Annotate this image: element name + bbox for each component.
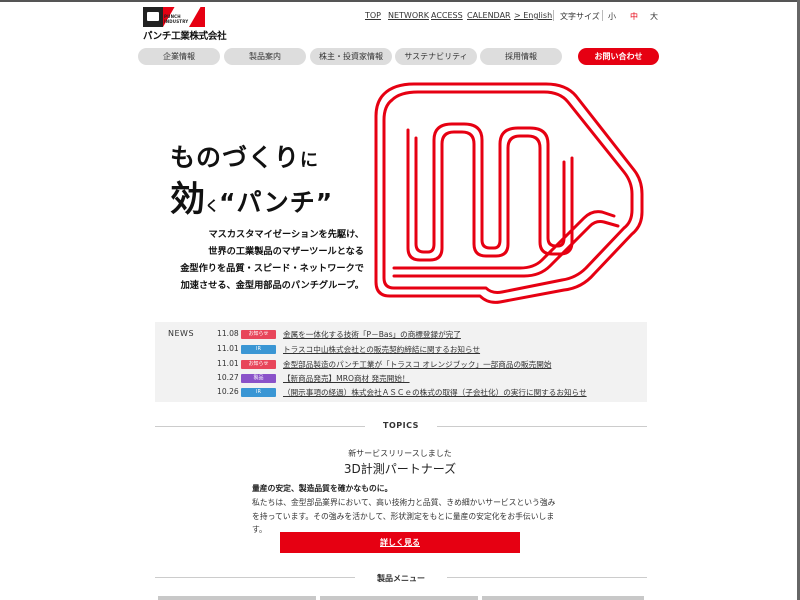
menu-recruit[interactable]: 採用情報 [480,48,562,65]
logo-mark-icon: PUNCH INDUSTRY [143,7,205,27]
topics-lead: 量産の安定、製造品質を確かなものに。 [252,484,393,493]
read-more-button[interactable]: 詳しく見る [280,532,520,553]
news-panel: NEWS 11.08 お知らせ 金属を一体化する技術「P－Bas」の商標登録が完… [155,322,647,402]
topics-heading: TOPICS [383,421,419,430]
hero-headline-1: ものづくりに [170,143,320,172]
nav-link-top[interactable]: TOP [365,11,381,20]
section-divider [155,426,365,427]
news-badge: IR [241,388,276,397]
news-badge: IR [241,345,276,354]
product-thumbnail[interactable] [320,596,478,600]
news-date: 11.01 [217,344,239,353]
news-badge: 製品 [241,374,276,383]
news-title-link[interactable]: （開示事項の経過）株式会社ＡＳＣｅの株式の取得（子会社化）の実行に関するお知らせ [283,387,587,398]
product-thumbnail[interactable] [482,596,644,600]
logo-tag: PUNCH INDUSTRY [164,14,189,24]
news-badge: お知らせ [241,330,276,339]
news-date: 11.01 [217,359,239,368]
hero-headline-2: 効く“パンチ” [170,180,334,220]
font-size-large[interactable]: 大 [650,11,658,22]
nav-link-calendar[interactable]: CALENDAR [467,11,511,20]
news-date: 11.08 [217,329,239,338]
section-divider [437,426,647,427]
contact-button[interactable]: お問い合わせ [578,48,659,65]
nav-link-network[interactable]: NETWORK [388,11,429,20]
window-top-border [0,0,800,2]
news-title-link[interactable]: 金属を一体化する技術「P－Bas」の商標登録が完了 [283,329,461,340]
news-title-link[interactable]: 【新商品発売】MRO商材 発売開始！ [283,373,410,384]
menu-investors[interactable]: 株主・投資家情報 [310,48,392,65]
products-heading: 製品メニュー [377,574,425,583]
news-badge: お知らせ [241,360,276,369]
section-divider [447,577,647,578]
nav-divider [602,10,603,21]
news-title-link[interactable]: 金型部品製造のパンチ工業が「トラスコ オレンジブック」一部商品の販売開始 [283,359,551,370]
nav-divider [553,10,554,21]
nav-link-english[interactable]: > English [514,11,552,20]
font-size-label: 文字サイズ [560,12,600,21]
section-divider [155,577,355,578]
menu-products[interactable]: 製品案内 [224,48,306,65]
menu-company-info[interactable]: 企業情報 [138,48,220,65]
logo-company-name: パンチ工業株式会社 [143,31,227,42]
nav-link-access[interactable]: ACCESS [431,11,463,20]
font-size-medium[interactable]: 中 [630,11,638,22]
topics-title: 3D計測パートナーズ [343,462,457,476]
hero-description: マスカスタマイゼーションを先駆け、 世界の工業製品のマザーツールとなる 金型作り… [180,229,364,291]
topics-subtitle: 新サービスリリースしました [348,449,452,458]
company-logo[interactable]: PUNCH INDUSTRY パンチ工業株式会社 [143,7,227,42]
read-more-label: 詳しく見る [380,538,420,547]
topics-body: 私たちは、金型部品業界において、高い技術力と品質、きめ細かいサービスという強みを… [252,498,556,534]
fist-outline-icon [374,82,644,304]
punch-cup-icon [147,12,159,21]
news-title-link[interactable]: トラスコ中山株式会社との販売契約締結に関するお知らせ [283,344,480,355]
product-thumbnail[interactable] [158,596,316,600]
font-size-small[interactable]: 小 [608,11,616,22]
news-date: 10.27 [217,373,239,382]
news-label: NEWS [168,329,195,338]
menu-sustainability[interactable]: サステナビリティ [395,48,477,65]
news-date: 10.26 [217,387,239,396]
